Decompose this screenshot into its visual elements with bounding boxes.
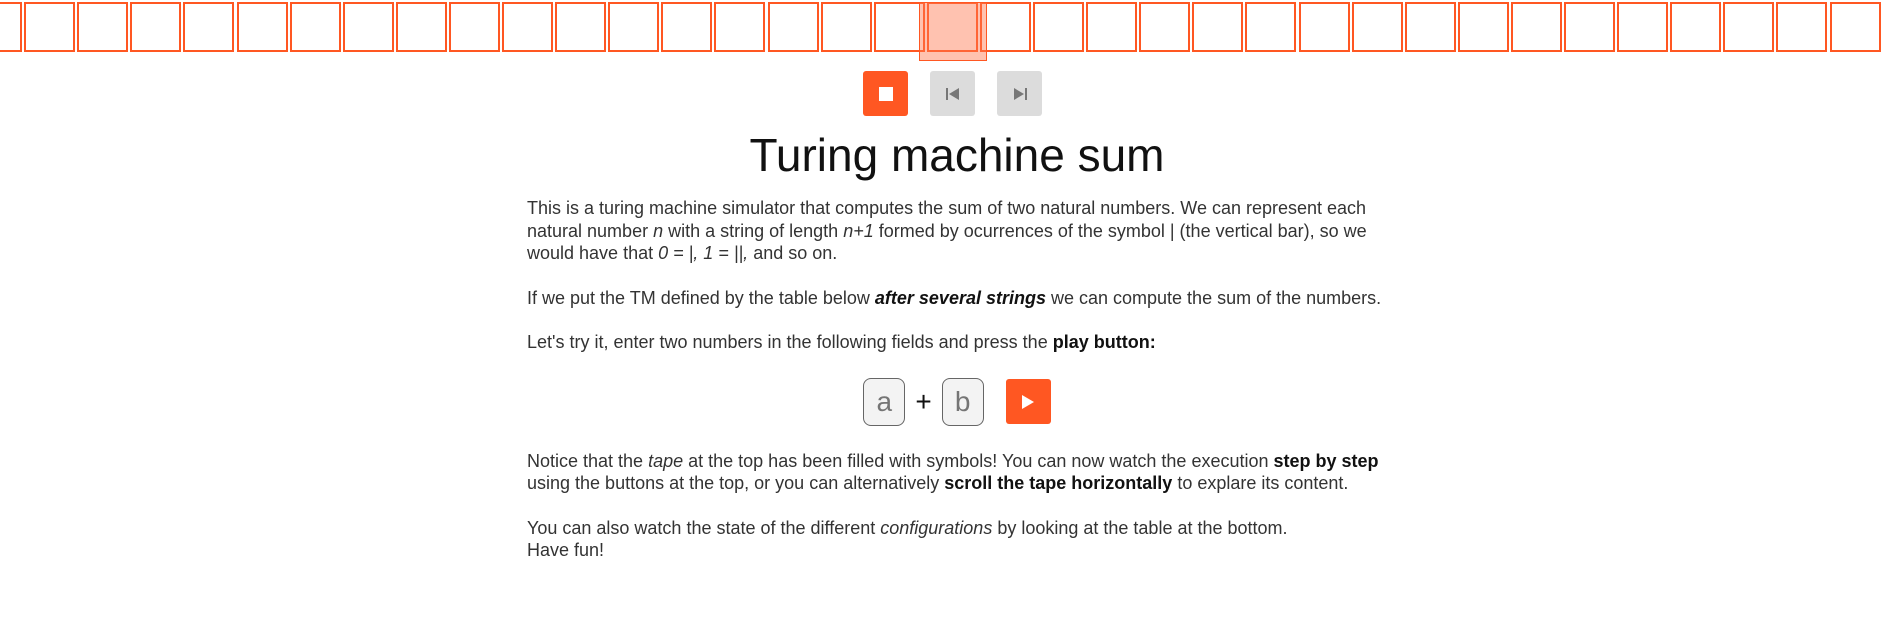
tape-cell [236,2,288,52]
tape-cell [767,2,819,52]
sum-form: + [527,376,1387,428]
tape-cell [1564,2,1615,52]
plus-sign: + [915,385,932,417]
tape-cell [820,2,872,52]
tape-cell [1510,2,1562,52]
tape-cell [1617,2,1669,52]
tape-cell [1192,2,1244,52]
tape-cell [1351,2,1403,52]
tm-paragraph: If we put the TM defined by the table be… [527,287,1382,308]
play-button[interactable] [1005,379,1051,424]
tape-cell [608,2,660,52]
tape-cell [1086,2,1138,52]
main-content: Turing machine sum This is a turing mach… [527,127,1387,562]
tape-cell [1404,2,1456,52]
tape-head [919,2,987,61]
tape-cell [555,2,607,52]
instructions-paragraph: Let's try it, enter two numbers in the f… [527,332,1156,352]
tape-cell [979,2,1031,52]
tape-cell [1245,2,1297,52]
tape-cell [395,2,447,52]
stop-button[interactable] [863,71,908,116]
tape-cell [1457,2,1509,52]
tape-cell [183,2,235,52]
stop-icon [878,86,893,101]
tape-cell [77,2,129,52]
skip-forward-icon [1013,87,1027,100]
tape-cell [130,2,182,52]
tape-cell [1298,2,1350,52]
tape-cell [24,2,76,52]
tape-cell [873,2,925,52]
playback-controls [863,71,1042,116]
tape-cell [0,2,22,52]
skip-back-icon [945,87,959,100]
tape-cell [1139,2,1191,52]
tape-cell [1723,2,1775,52]
play-icon [1022,394,1035,409]
tape-cell [1776,2,1828,52]
notice-paragraph: Notice that the tape at the top has been… [527,450,1379,494]
tape-cell [1670,2,1722,52]
tape-cell [342,2,394,52]
number-a-input[interactable] [863,377,906,426]
tape-cell [448,2,500,52]
step-forward-button[interactable] [997,71,1042,116]
tape-cell [661,2,713,52]
intro-paragraph: This is a turing machine simulator that … [527,198,1367,263]
tape-cell [1033,2,1084,52]
page-title: Turing machine sum [749,129,1165,181]
tape-cell [714,2,766,52]
tape-cell [502,2,553,52]
configurations-paragraph: You can also watch the state of the diff… [527,517,1288,561]
tape-cell [289,2,341,52]
tape-cell [1829,2,1881,52]
number-b-input[interactable] [941,377,984,426]
step-back-button[interactable] [930,71,975,116]
